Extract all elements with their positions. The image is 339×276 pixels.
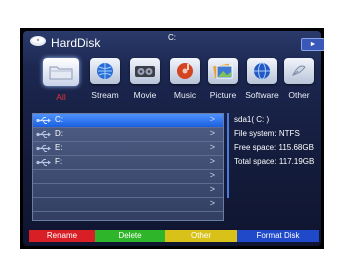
stream-icon: [90, 58, 120, 84]
drive-row-c[interactable]: C: >: [33, 114, 223, 128]
current-drive-label: C:: [168, 33, 176, 42]
harddisk-panel: HardDisk C: ► All Stream Movie Music Pic…: [23, 31, 324, 246]
next-page-button[interactable]: ►: [301, 38, 324, 51]
rename-button[interactable]: Rename: [29, 230, 95, 242]
chevron-right-icon: >: [209, 184, 215, 194]
chevron-right-icon: >: [209, 156, 215, 166]
tab-other-label: Other: [288, 90, 310, 100]
device-name: sda1( C: ): [234, 115, 270, 124]
chevron-right-icon: >: [209, 114, 215, 124]
chevron-right-icon: >: [209, 128, 215, 138]
drive-name: E:: [55, 143, 63, 152]
list-scrollbar[interactable]: [227, 113, 229, 198]
tab-other[interactable]: Other: [275, 58, 323, 100]
list-item-empty[interactable]: >: [33, 170, 223, 184]
tv-screen: HardDisk C: ► All Stream Movie Music Pic…: [20, 28, 324, 249]
list-item-empty[interactable]: >: [33, 184, 223, 198]
page-title: HardDisk: [51, 36, 101, 50]
drive-list: C: > D: > E: > F: > > > >: [32, 113, 224, 221]
chevron-right-icon: >: [209, 142, 215, 152]
tab-all-label: All: [56, 92, 66, 102]
drive-name: D:: [55, 129, 63, 138]
format-disk-button[interactable]: Format Disk: [237, 230, 319, 242]
drive-info-panel: sda1( C: ) File system: NTFS Free space:…: [234, 115, 314, 171]
folder-icon: [43, 58, 79, 86]
chevron-right-icon: >: [209, 170, 215, 180]
harddisk-icon: [30, 36, 46, 46]
list-item-empty[interactable]: >: [33, 198, 223, 212]
picture-icon: [208, 58, 238, 84]
tab-all[interactable]: All: [37, 58, 85, 102]
free-space-info: Free space: 115.68GB: [234, 143, 314, 152]
usb-icon: [36, 145, 51, 152]
file-system-info: File system: NTFS: [234, 129, 300, 138]
other-icon: [284, 58, 314, 84]
total-space-info: Total space: 117.19GB: [234, 157, 315, 166]
delete-button[interactable]: Delete: [95, 230, 165, 242]
drive-row-d[interactable]: D: >: [33, 128, 223, 142]
drive-row-f[interactable]: F: >: [33, 156, 223, 170]
movie-icon: [130, 58, 160, 84]
chevron-right-icon: >: [209, 198, 215, 208]
software-icon: [247, 58, 277, 84]
usb-icon: [36, 131, 51, 138]
drive-row-e[interactable]: E: >: [33, 142, 223, 156]
other-button[interactable]: Other: [165, 230, 237, 242]
usb-icon: [36, 159, 51, 166]
music-icon: [170, 58, 200, 84]
drive-name: F:: [55, 157, 63, 166]
usb-icon: [36, 117, 51, 124]
action-button-bar: Rename Delete Other Format Disk: [29, 230, 319, 243]
drive-name: C:: [55, 115, 63, 124]
